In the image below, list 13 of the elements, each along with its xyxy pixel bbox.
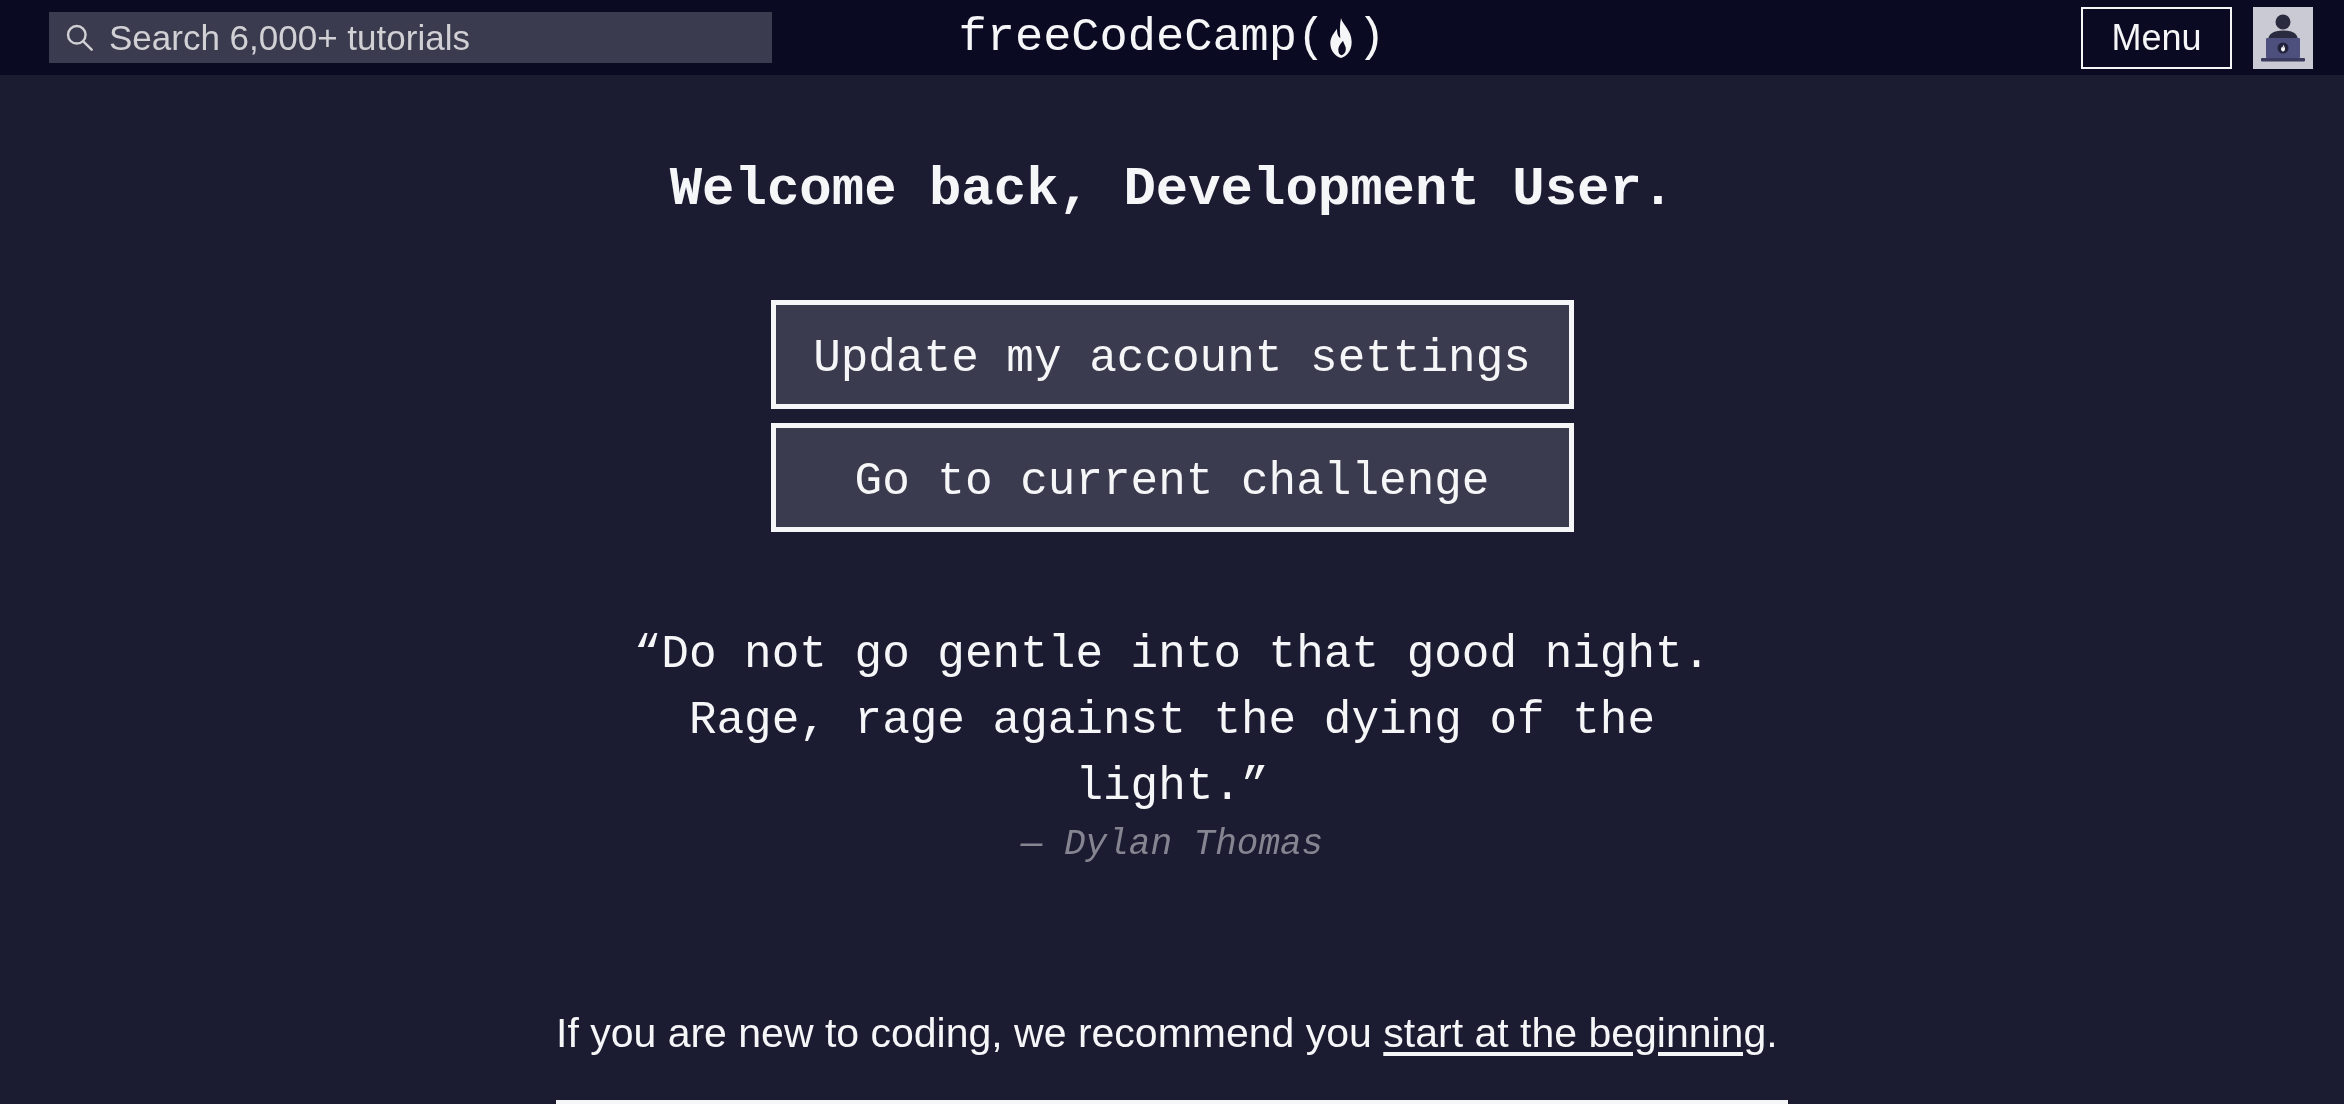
quote-text: “Do not go gentle into that good night. Rage, rage against the dying of the light.” — [632, 628, 1712, 815]
quote-author: — Dylan Thomas — [1020, 823, 1324, 867]
intro-text: If you are new to coding, we recommend you start at the beginning. — [556, 1009, 1779, 1058]
search-icon — [66, 24, 93, 51]
logo-link[interactable]: freeCodeCamp( ) — [958, 14, 1386, 61]
welcome-heading: Welcome back, Development User. — [669, 158, 1675, 222]
flame-icon — [1329, 17, 1354, 58]
avatar-icon[interactable] — [2253, 6, 2313, 69]
menu-button[interactable]: Menu — [2081, 6, 2232, 69]
start-link[interactable]: start at the beginning — [1383, 1010, 1767, 1056]
current-challenge-button[interactable]: Go to current challenge — [770, 423, 1574, 532]
search-field[interactable]: Search 6,000+ tutorials — [49, 12, 772, 63]
account-settings-button[interactable]: Update my account settings — [770, 300, 1574, 409]
